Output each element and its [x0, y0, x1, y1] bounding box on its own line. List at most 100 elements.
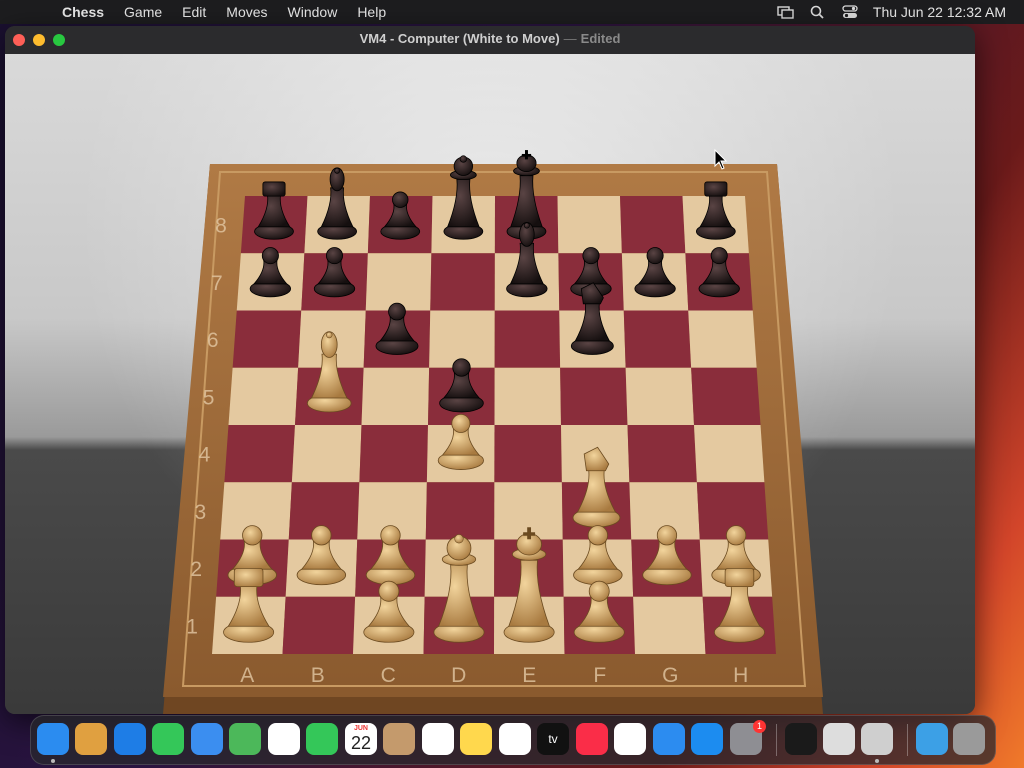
dock-glyph [499, 723, 531, 755]
dock-mail-icon[interactable] [191, 723, 223, 755]
dock-tv-icon[interactable]: tv [537, 723, 569, 755]
dock-glyph [916, 723, 948, 755]
square-f5[interactable] [560, 367, 628, 425]
file-label-a: A [240, 664, 254, 687]
menu-edit[interactable]: Edit [172, 0, 216, 24]
screen-mirroring-icon[interactable] [777, 5, 795, 19]
menu-game[interactable]: Game [114, 0, 172, 24]
file-label-b: B [311, 664, 325, 687]
square-d3[interactable] [425, 482, 495, 540]
dock-divider [776, 724, 777, 756]
dock-freeform-icon[interactable] [499, 723, 531, 755]
dock-calendar-icon[interactable]: JUN 22 [345, 723, 377, 755]
title-separator: — [563, 31, 577, 46]
dock-reminders-icon[interactable] [422, 723, 454, 755]
square-e6[interactable] [494, 310, 561, 368]
edited-status: Edited [580, 31, 621, 46]
square-a6[interactable] [232, 310, 302, 368]
chess-board[interactable]: 1 2 3 4 5 6 7 8 A B C D E F G H [5, 54, 975, 714]
square-g4[interactable] [627, 425, 697, 483]
menu-help[interactable]: Help [347, 0, 396, 24]
rank-label-8: 8 [215, 215, 227, 238]
spotlight-search-icon[interactable] [809, 5, 827, 19]
dock-glyph [691, 723, 723, 755]
dock-system-settings-icon[interactable]: 1 [730, 720, 766, 755]
square-b1[interactable] [282, 596, 356, 654]
dock-glyph [460, 723, 492, 755]
rank-label-1: 1 [186, 615, 198, 638]
square-b4[interactable] [291, 425, 362, 483]
square-h5[interactable] [691, 367, 761, 425]
settings-badge: 1 [753, 720, 766, 733]
dock-glyph [191, 723, 223, 755]
rank-label-2: 2 [190, 558, 202, 581]
running-indicator [875, 759, 879, 763]
square-g5[interactable] [625, 367, 694, 425]
dock-glyph [75, 723, 107, 755]
dock-glyph [861, 723, 893, 755]
square-e4[interactable] [494, 425, 562, 483]
dock-glyph [653, 723, 685, 755]
calendar-day: 22 [350, 733, 372, 753]
menubar-clock[interactable]: Thu Jun 22 12:32 AM [873, 4, 1006, 20]
square-g1[interactable] [633, 596, 706, 654]
dock-news-icon[interactable] [614, 723, 646, 755]
dock-notes-icon[interactable] [460, 723, 492, 755]
dock-app-store-icon[interactable] [691, 723, 723, 755]
dock-photos-icon[interactable] [268, 723, 300, 755]
square-h6[interactable] [688, 310, 757, 368]
rank-label-6: 6 [207, 329, 219, 352]
dock-divider [907, 724, 908, 756]
menu-bar: Chess Game Edit Moves Window Help Thu Ju… [0, 0, 1024, 24]
dock-music-icon[interactable] [576, 723, 608, 755]
square-c7[interactable] [365, 253, 432, 311]
file-label-h: H [733, 664, 748, 687]
dock-safari-icon[interactable] [114, 723, 146, 755]
dock-activity-monitor-icon[interactable] [785, 723, 817, 755]
menu-moves[interactable]: Moves [216, 0, 277, 24]
menu-window[interactable]: Window [278, 0, 348, 24]
dock-launchpad-icon[interactable] [75, 723, 107, 755]
window-titlebar[interactable]: VM4 - Computer (White to Move) — Edited [5, 26, 975, 55]
window-title-text: VM4 - Computer (White to Move) [359, 31, 560, 46]
control-center-icon[interactable] [841, 5, 859, 19]
dock-finder-icon[interactable] [37, 723, 69, 755]
square-a5[interactable] [228, 367, 299, 425]
dock-messages-icon[interactable] [152, 723, 184, 755]
dock-glyph [953, 723, 985, 755]
dock-maps-icon[interactable] [229, 723, 261, 755]
running-indicator [51, 759, 55, 763]
square-c5[interactable] [361, 367, 430, 425]
square-e5[interactable] [494, 367, 562, 425]
square-g8[interactable] [620, 196, 686, 254]
file-label-e: E [522, 664, 536, 687]
rank-label-5: 5 [203, 386, 215, 409]
dock-keynote-icon[interactable] [653, 723, 685, 755]
file-label-c: C [381, 664, 396, 687]
square-c4[interactable] [359, 425, 428, 483]
dock-contacts-icon[interactable] [383, 723, 415, 755]
square-h4[interactable] [694, 425, 765, 483]
file-label-d: D [451, 664, 466, 687]
dock: JUN 22 tv 1 [30, 715, 996, 765]
board-scene: 1 2 3 4 5 6 7 8 A B C D E F G H [5, 54, 975, 714]
file-label-f: F [593, 664, 606, 687]
dock-glyph [114, 723, 146, 755]
rank-label-3: 3 [194, 501, 206, 524]
menu-app-chess[interactable]: Chess [52, 0, 114, 24]
dock-glyph [576, 723, 608, 755]
dock-automator-icon[interactable] [823, 723, 855, 755]
square-f8[interactable] [557, 196, 622, 254]
dock-chess-icon[interactable] [861, 723, 893, 755]
dock-glyph [383, 723, 415, 755]
rank-label-7: 7 [211, 272, 223, 295]
dock-facetime-icon[interactable] [306, 723, 338, 755]
square-g6[interactable] [623, 310, 692, 368]
window-title: VM4 - Computer (White to Move) — Edited [5, 26, 975, 52]
tv-label: tv [548, 732, 558, 746]
dock-trash-icon[interactable] [953, 723, 985, 755]
square-a4[interactable] [224, 425, 295, 483]
square-d7[interactable] [430, 253, 495, 311]
dock-glyph [37, 723, 69, 755]
dock-downloads-folder-icon[interactable] [916, 723, 948, 755]
